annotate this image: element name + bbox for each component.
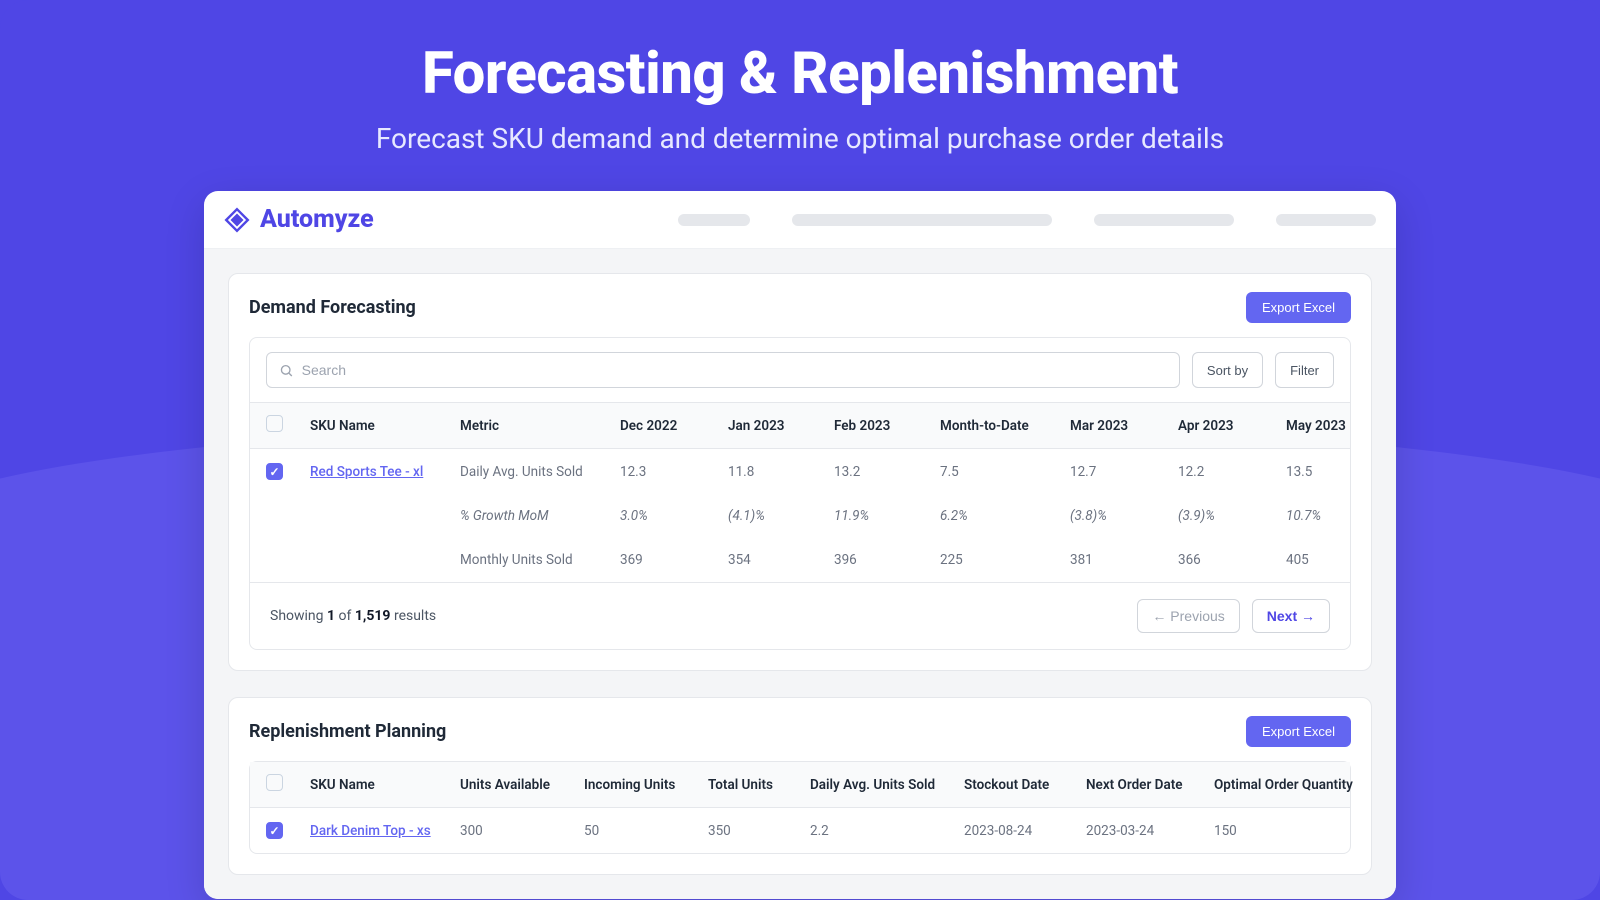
cell: 7.5 xyxy=(940,464,1070,480)
replenish-table-header: SKU Name Units Available Incoming Units … xyxy=(250,762,1350,808)
cell: 11.9% xyxy=(834,508,940,524)
cell: (3.9)% xyxy=(1178,508,1286,524)
col-mar23: Mar 2023 xyxy=(1070,418,1178,434)
row-checkbox[interactable] xyxy=(266,822,283,839)
cell: 381 xyxy=(1070,552,1178,568)
cell: 50 xyxy=(584,823,708,839)
search-icon xyxy=(279,363,294,378)
cell: 225 xyxy=(940,552,1070,568)
cell: 369 xyxy=(620,552,728,568)
sku-link[interactable]: Dark Denim Top - xs xyxy=(310,823,431,839)
select-all-checkbox[interactable] xyxy=(266,774,283,791)
forecast-row: % Growth MoM 3.0% (4.1)% 11.9% 6.2% (3.8… xyxy=(266,494,1334,538)
col-mtd: Month-to-Date xyxy=(940,418,1070,434)
col-units-avail: Units Available xyxy=(460,777,584,793)
nav-placeholder xyxy=(792,214,1052,226)
col-may23: May 2023 xyxy=(1286,418,1366,434)
cell: (4.1)% xyxy=(728,508,834,524)
col-stockout: Stockout Date xyxy=(964,777,1086,793)
forecast-row: Monthly Units Sold 369 354 396 225 381 3… xyxy=(266,538,1334,582)
forecast-row: Red Sports Tee - xl Daily Avg. Units Sol… xyxy=(266,449,1334,494)
nav-placeholder xyxy=(678,214,750,226)
col-apr23: Apr 2023 xyxy=(1178,418,1286,434)
cell: 12.2 xyxy=(1178,464,1286,480)
cell: 396 xyxy=(834,552,940,568)
nav-placeholder xyxy=(1094,214,1234,226)
cell: 12.3 xyxy=(620,464,728,480)
col-sku: SKU Name xyxy=(310,418,460,434)
col-daily-avg: Daily Avg. Units Sold xyxy=(810,777,964,793)
cell: 2023-08-24 xyxy=(964,823,1086,839)
brand[interactable]: Automyze xyxy=(224,205,374,234)
row-checkbox[interactable] xyxy=(266,463,283,480)
cell: 10.7% xyxy=(1286,508,1366,524)
export-excel-button[interactable]: Export Excel xyxy=(1246,716,1351,747)
cell: 13.2 xyxy=(834,464,940,480)
col-optimal-qty: Optimal Order Quantity xyxy=(1214,777,1374,793)
cell: 150 xyxy=(1214,823,1374,839)
topbar: Automyze xyxy=(204,191,1396,249)
hero-title: Forecasting & Replenishment xyxy=(0,40,1600,108)
select-all-checkbox[interactable] xyxy=(266,415,283,432)
cell: 2023-03-24 xyxy=(1086,823,1214,839)
filter-button[interactable]: Filter xyxy=(1275,352,1334,388)
nav-placeholder xyxy=(1276,214,1376,226)
cell: 6.2% xyxy=(940,508,1070,524)
brand-name: Automyze xyxy=(260,205,374,234)
cell: 13.5 xyxy=(1286,464,1366,480)
cell: 2.2 xyxy=(810,823,964,839)
nav-placeholders xyxy=(678,214,1376,226)
col-jan23: Jan 2023 xyxy=(728,418,834,434)
brand-logo-icon xyxy=(224,207,250,233)
cell: (3.8)% xyxy=(1070,508,1178,524)
cell: 12.7 xyxy=(1070,464,1178,480)
hero-subtitle: Forecast SKU demand and determine optima… xyxy=(0,122,1600,155)
replenish-row: Dark Denim Top - xs 300 50 350 2.2 2023-… xyxy=(266,808,1334,853)
app-window: Automyze Demand Forecasting Export Excel xyxy=(204,191,1396,899)
cell: 3.0% xyxy=(620,508,728,524)
col-incoming: Incoming Units xyxy=(584,777,708,793)
cell: 11.8 xyxy=(728,464,834,480)
cell: 405 xyxy=(1286,552,1366,568)
metric-label: % Growth MoM xyxy=(460,508,620,524)
search-input[interactable] xyxy=(302,362,1167,378)
replenish-title: Replenishment Planning xyxy=(249,721,446,742)
cell: 350 xyxy=(708,823,810,839)
col-total: Total Units xyxy=(708,777,810,793)
export-excel-button[interactable]: Export Excel xyxy=(1246,292,1351,323)
col-next-order: Next Order Date xyxy=(1086,777,1214,793)
metric-label: Daily Avg. Units Sold xyxy=(460,464,620,480)
cell: 354 xyxy=(728,552,834,568)
col-metric: Metric xyxy=(460,418,620,434)
cell: 366 xyxy=(1178,552,1286,568)
forecast-table-header: SKU Name Metric Dec 2022 Jan 2023 Feb 20… xyxy=(250,402,1350,449)
col-sku: SKU Name xyxy=(310,777,460,793)
prev-button[interactable]: ← Previous xyxy=(1137,599,1239,633)
search-wrap[interactable] xyxy=(266,352,1180,388)
sort-by-button[interactable]: Sort by xyxy=(1192,352,1263,388)
metric-label: Monthly Units Sold xyxy=(460,552,620,568)
pagination: Showing 1 of 1,519 results ← Previous Ne… xyxy=(250,582,1350,649)
cell: 300 xyxy=(460,823,584,839)
forecast-panel: Demand Forecasting Export Excel Sort by … xyxy=(228,273,1372,671)
pagination-summary: Showing 1 of 1,519 results xyxy=(270,608,436,624)
col-dec22: Dec 2022 xyxy=(620,418,728,434)
replenish-panel: Replenishment Planning Export Excel SKU … xyxy=(228,697,1372,875)
col-feb23: Feb 2023 xyxy=(834,418,940,434)
next-button[interactable]: Next → xyxy=(1252,599,1330,633)
sku-link[interactable]: Red Sports Tee - xl xyxy=(310,464,423,480)
forecast-title: Demand Forecasting xyxy=(249,297,416,318)
